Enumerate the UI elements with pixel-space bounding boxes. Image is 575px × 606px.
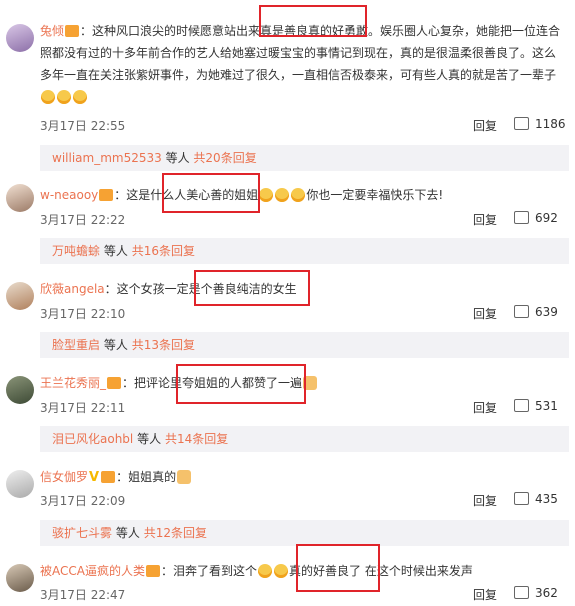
replies-bar[interactable]: william_mm52533 等人 共20条回复 [40, 145, 569, 171]
thumbs-up-icon [514, 305, 529, 318]
username[interactable]: w-neaooy [40, 188, 98, 202]
replies-bar[interactable]: 泪已风化aohbl 等人 共14条回复 [40, 426, 569, 452]
like-count: 1186 [535, 117, 566, 131]
comment-body: w-neaooy ：这是什么人美心善的姐姐 你也一定要幸福快乐下去! [40, 188, 444, 202]
comment-date: 3月17日 22:47 [40, 588, 126, 602]
crying-emoji-icon [57, 90, 71, 104]
like-button[interactable]: 435 [514, 492, 558, 506]
thumbs-up-icon [514, 117, 529, 130]
comment-text: 这是什么人美心善的姐姐 [126, 188, 259, 202]
comment-body: 信女伽罗V ：姐姐真的 [40, 466, 567, 489]
like-count: 692 [535, 211, 558, 225]
replies-bar[interactable]: 骇扩七斗雾 等人 共12条回复 [40, 520, 569, 546]
comment-date: 3月17日 22:11 [40, 401, 126, 415]
crying-emoji-icon [275, 188, 290, 202]
level-badge-icon [145, 565, 160, 577]
comment-date: 3月17日 22:10 [40, 307, 126, 321]
reply-count-link[interactable]: 共14条回复 [165, 432, 228, 446]
level-badge-icon [107, 377, 122, 389]
username[interactable]: 欣薇angela [40, 282, 105, 296]
comment-text: 这种风口浪尖的时候愿意站出来真是善良真的好勇敢。娱乐圈人心复杂，她能把一位连合照… [40, 24, 561, 82]
level-badge-icon [101, 471, 116, 483]
comment-text: 这个女孩一定是个善良纯洁的女生 [116, 282, 297, 296]
comment-date: 3月17日 22:55 [40, 119, 126, 133]
like-count: 531 [535, 399, 558, 413]
like-count: 435 [535, 492, 558, 506]
verified-icon: V [89, 470, 100, 485]
username[interactable]: 被ACCA逼疯的人类 [40, 564, 145, 578]
username[interactable]: 兔倾 [40, 24, 64, 38]
reply-suffix: 等人 [103, 338, 128, 352]
reply-usernames[interactable]: 泪已风化aohbl [52, 432, 133, 446]
clap-emoji-icon [303, 376, 318, 390]
reply-suffix: 等人 [103, 244, 128, 258]
reply-usernames[interactable]: 万吨蟾蜍 [52, 244, 100, 258]
comment-body: 被ACCA逼疯的人类 ：泪奔了看到这个 真的好善良了 在这个时候出来发声 [40, 564, 473, 578]
thumbs-up-icon [514, 492, 529, 505]
reply-button[interactable]: 回复 [473, 211, 497, 228]
crying-emoji-icon [274, 564, 288, 578]
like-count: 639 [535, 305, 558, 319]
like-count: 362 [535, 586, 558, 600]
crying-emoji-icon [73, 90, 87, 104]
reply-count-link[interactable]: 共12条回复 [144, 526, 207, 540]
crying-emoji-icon [41, 90, 55, 104]
comment-text: 姐姐真的 [128, 470, 177, 484]
reply-usernames[interactable]: 脸型重启 [52, 338, 100, 352]
reply-button[interactable]: 回复 [473, 492, 497, 509]
crying-emoji-icon [259, 188, 274, 202]
reply-count-link[interactable]: 共20条回复 [193, 151, 256, 165]
comment-date: 3月17日 22:09 [40, 494, 126, 508]
replies-bar[interactable]: 脸型重启 等人 共13条回复 [40, 332, 569, 358]
comment-date: 3月17日 22:22 [40, 213, 126, 227]
level-badge-icon [65, 25, 80, 37]
thumbs-up-emoji-icon [177, 470, 192, 484]
like-button[interactable]: 531 [514, 399, 558, 413]
avatar[interactable] [6, 564, 34, 592]
username[interactable]: 王兰花秀丽_ [40, 376, 106, 390]
like-button[interactable]: 692 [514, 211, 558, 225]
crying-emoji-icon [291, 188, 306, 202]
reply-count-link[interactable]: 共13条回复 [132, 338, 195, 352]
reply-usernames[interactable]: william_mm52533 [52, 151, 162, 165]
replies-bar[interactable]: 万吨蟾蜍 等人 共16条回复 [40, 238, 569, 264]
comment-text-tail: 真的好善良了 在这个时候出来发声 [289, 564, 473, 578]
avatar[interactable] [6, 24, 34, 52]
comment-text: 把评论里夸姐姐的人都赞了一遍 [134, 376, 303, 390]
like-button[interactable]: 362 [514, 586, 558, 600]
like-button[interactable]: 639 [514, 305, 558, 319]
reply-button[interactable]: 回复 [473, 399, 497, 416]
reply-suffix: 等人 [115, 526, 140, 540]
reply-count-link[interactable]: 共16条回复 [132, 244, 195, 258]
avatar[interactable] [6, 184, 34, 212]
reply-button[interactable]: 回复 [473, 305, 497, 322]
avatar[interactable] [6, 282, 34, 310]
thumbs-up-icon [514, 211, 529, 224]
level-badge-icon [99, 189, 114, 201]
comment-text-tail: 你也一定要幸福快乐下去! [306, 188, 444, 202]
thumbs-up-icon [514, 399, 529, 412]
username[interactable]: 信女伽罗 [40, 470, 88, 484]
thumbs-up-icon [514, 586, 529, 599]
comment-body: 王兰花秀丽_ ：把评论里夸姐姐的人都赞了一遍 [40, 372, 567, 394]
crying-emoji-icon [258, 564, 272, 578]
reply-button[interactable]: 回复 [473, 117, 497, 134]
avatar[interactable] [6, 376, 34, 404]
reply-suffix: 等人 [165, 151, 190, 165]
reply-suffix: 等人 [137, 432, 162, 446]
reply-button[interactable]: 回复 [473, 586, 497, 603]
reply-usernames[interactable]: 骇扩七斗雾 [52, 526, 112, 540]
avatar[interactable] [6, 470, 34, 498]
comment-text: 泪奔了看到这个 [172, 564, 257, 578]
comment-body: 欣薇angela：这个女孩一定是个善良纯洁的女生 [40, 282, 297, 296]
comment-body: 兔倾 ：这种风口浪尖的时候愿意站出来真是善良真的好勇敢。娱乐圈人心复杂，她能把一位… [40, 20, 567, 108]
like-button[interactable]: 1186 [514, 117, 566, 131]
